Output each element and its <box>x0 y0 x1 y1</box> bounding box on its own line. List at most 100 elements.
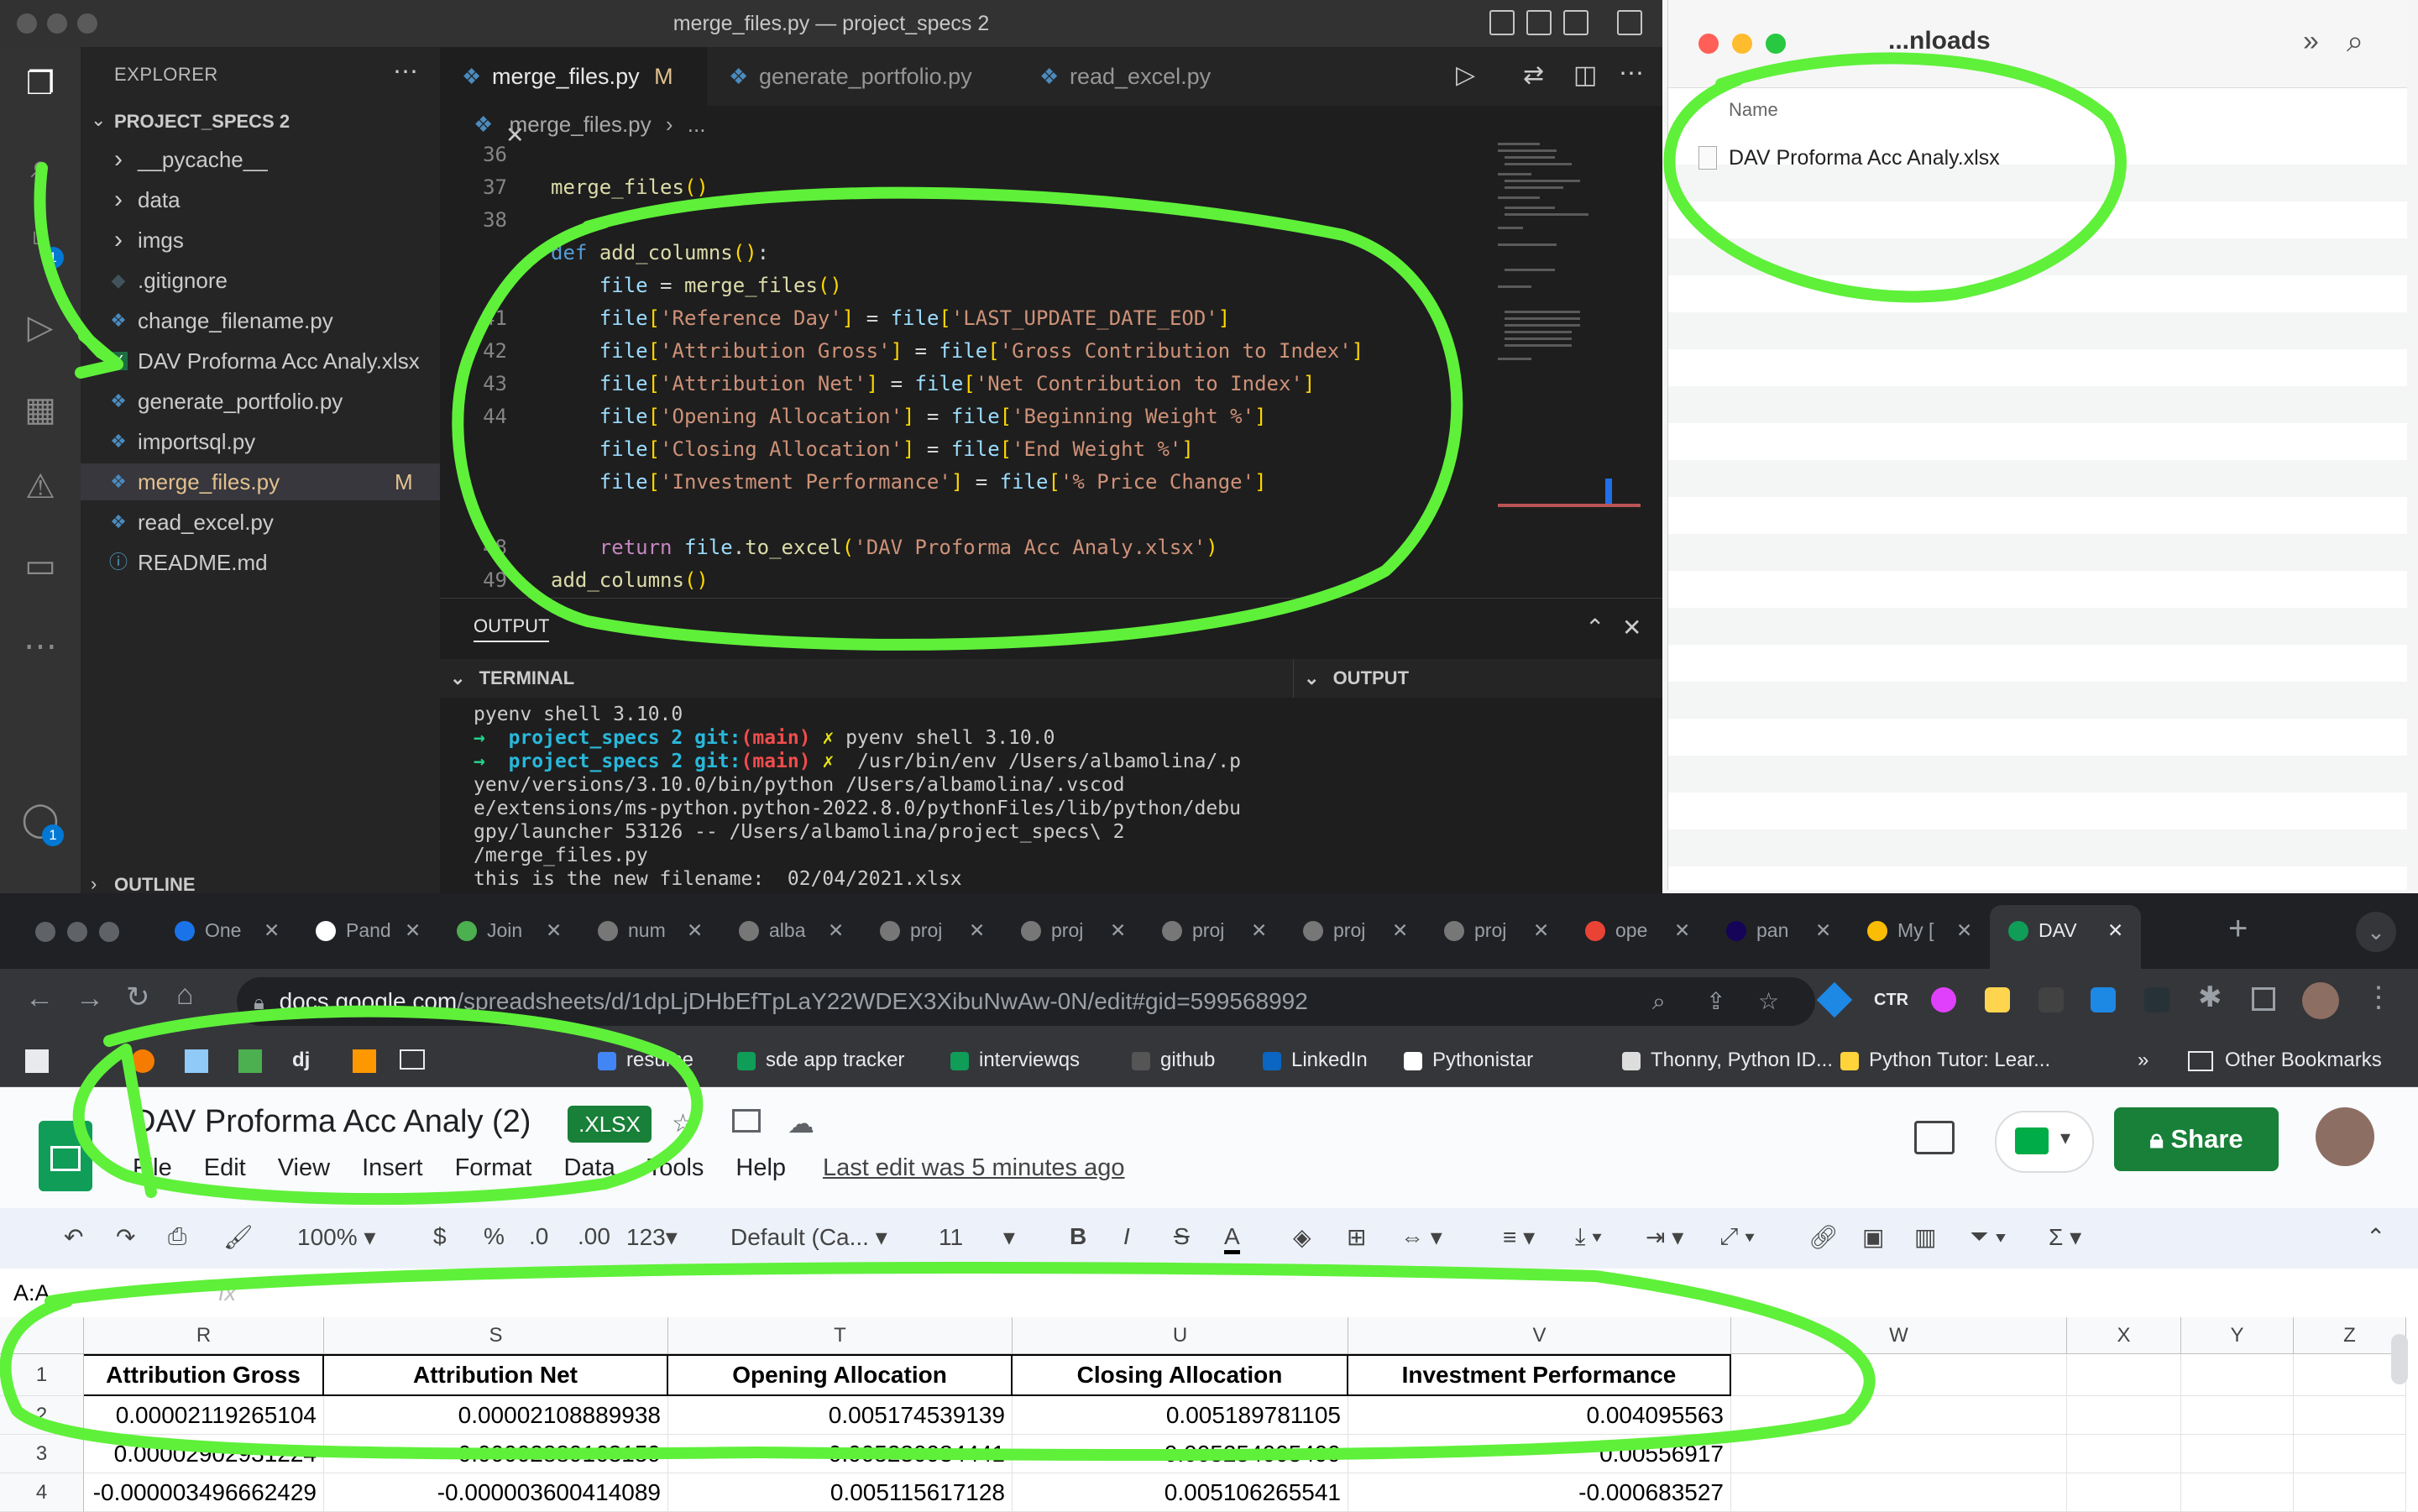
sheets-logo-icon[interactable] <box>39 1121 92 1191</box>
bookmark-item[interactable]: sde app tracker <box>737 1034 904 1086</box>
customize-layout-icon[interactable] <box>1617 10 1642 35</box>
bookmark-elephant-icon[interactable] <box>185 1049 208 1073</box>
name-column[interactable]: Name <box>1729 99 1778 121</box>
column-header[interactable]: X <box>2067 1317 2181 1354</box>
bookmark-item[interactable]: LinkedIn <box>1263 1034 1368 1086</box>
meet-button[interactable]: ▾ <box>1995 1111 2094 1173</box>
share-page-icon[interactable]: ⇪ <box>1706 977 1725 1026</box>
font-select[interactable]: Default (Ca... ▾ <box>730 1223 887 1251</box>
tree-file[interactable]: ◆ .gitignore <box>81 262 440 299</box>
insert-comment-icon[interactable]: ▣ <box>1862 1223 1884 1251</box>
bookmark-star-icon[interactable]: ☆ <box>1758 977 1779 1026</box>
column-header[interactable]: V <box>1348 1317 1731 1354</box>
horizontal-align-icon[interactable]: ≡ ▾ <box>1503 1223 1535 1251</box>
editor-more-icon[interactable]: ⋯ <box>1619 59 1644 88</box>
row-header[interactable]: 2 <box>0 1396 84 1435</box>
tab-search-icon[interactable]: ⌄ <box>2356 912 2396 952</box>
extension-code-icon[interactable] <box>2091 987 2116 1012</box>
header-cell[interactable]: Opening Allocation <box>668 1354 1013 1396</box>
close-tab-icon[interactable]: ✕ <box>1674 905 1690 955</box>
empty-cell[interactable] <box>2181 1435 2294 1473</box>
column-header[interactable]: T <box>668 1317 1013 1354</box>
document-title[interactable]: DAV Proforma Acc Analy (2) <box>133 1104 531 1140</box>
last-edit-link[interactable]: Last edit was 5 minutes ago <box>823 1154 1124 1182</box>
bookmarks-overflow[interactable]: » <box>2138 1034 2148 1086</box>
share-button[interactable]: 🔒︎ Share <box>2114 1107 2279 1171</box>
column-header[interactable]: W <box>1731 1317 2067 1354</box>
close-tab-icon[interactable]: ✕ <box>264 905 280 955</box>
close-tab-icon[interactable]: ✕ <box>405 905 421 955</box>
code-line[interactable]: def add_columns(): <box>551 241 769 264</box>
close-tab-icon[interactable]: ✕ <box>969 905 985 955</box>
extension-color-icon[interactable] <box>1931 987 1956 1012</box>
tree-folder[interactable]: › imgs <box>81 222 440 259</box>
tree-file[interactable]: ❖ read_excel.py <box>81 504 440 541</box>
empty-cell[interactable] <box>2181 1354 2294 1396</box>
data-cell[interactable]: -0.000003496662429 <box>84 1473 324 1512</box>
filter-icon[interactable]: ⏷ ▾ <box>1970 1223 2007 1251</box>
vertical-scrollbar[interactable] <box>2391 1334 2408 1384</box>
extension-bracket-icon[interactable] <box>2144 987 2169 1012</box>
zoom-icon[interactable]: ⌕ <box>1652 977 1666 1026</box>
bookmark-item[interactable]: Python Tutor: Lear... <box>1840 1034 2050 1086</box>
tab-merge-files[interactable]: ❖ merge_files.py M ✕ <box>440 47 707 148</box>
panel-tab-output[interactable]: OUTPUT <box>474 615 550 642</box>
header-cell[interactable]: Attribution Gross <box>84 1354 324 1396</box>
browser-tab[interactable]: alba ✕ <box>720 905 855 955</box>
browser-tab[interactable]: proj ✕ <box>861 905 996 955</box>
address-bar[interactable]: 🔒︎ docs.google.com/spreadsheets/d/1dpLjD… <box>237 977 1815 1026</box>
code-line[interactable]: file = merge_files() <box>551 274 842 297</box>
close-tab-icon[interactable]: ✕ <box>687 905 703 955</box>
data-cell[interactable]: 0.00002119265104 <box>84 1396 324 1435</box>
menu-file[interactable]: File <box>133 1154 172 1181</box>
browser-tab[interactable]: proj ✕ <box>1285 905 1419 955</box>
text-rotation-icon[interactable]: ⤢ ▾ <box>1719 1223 1755 1251</box>
bookmark-item[interactable]: Pythonistar <box>1404 1034 1533 1086</box>
data-cell[interactable]: 0.005174539139 <box>668 1396 1013 1435</box>
vertical-align-icon[interactable]: ⤓ ▾ <box>1575 1223 1602 1251</box>
bold-button[interactable]: B <box>1070 1223 1086 1250</box>
empty-cell[interactable] <box>2067 1473 2181 1512</box>
text-wrapping-icon[interactable]: ⇥ ▾ <box>1646 1223 1683 1251</box>
browser-tab[interactable]: Pand ✕ <box>297 905 432 955</box>
close-traffic-light[interactable] <box>1698 34 1719 54</box>
fill-color-icon[interactable]: ◈ <box>1293 1223 1311 1251</box>
empty-cell[interactable] <box>2181 1473 2294 1512</box>
undo-icon[interactable]: ↶ <box>64 1223 83 1251</box>
code-line[interactable]: file['Attribution Gross'] = file['Gross … <box>551 339 1363 363</box>
zoom-traffic-light[interactable] <box>1766 34 1786 54</box>
new-tab-icon[interactable]: + <box>2228 910 2248 948</box>
zoom-select[interactable]: 100% ▾ <box>297 1223 375 1251</box>
code-line[interactable]: file['Investment Performance'] = file['%… <box>551 470 1267 494</box>
warning-icon[interactable]: ⚠ <box>20 467 60 507</box>
insert-link-icon[interactable]: 🔗︎ <box>1808 1223 1839 1251</box>
bookmark-orange-icon[interactable] <box>131 1049 154 1073</box>
bookmark-lambda-icon[interactable] <box>353 1049 376 1073</box>
tab-read-excel[interactable]: ❖ read_excel.py <box>1018 47 1244 106</box>
zoom-traffic-light[interactable] <box>99 922 119 942</box>
browser-tab[interactable]: proj ✕ <box>1426 905 1560 955</box>
close-tab-icon[interactable]: ✕ <box>1251 905 1267 955</box>
bookmark-item[interactable]: resume <box>598 1034 693 1086</box>
code-editor[interactable]: 36 37 merge_files() 38 def add_columns(): fi… <box>440 143 1498 625</box>
terminal-content[interactable]: pyenv shell 3.10.0 → project_specs 2 git:… <box>474 703 1288 891</box>
menu-view[interactable]: View <box>278 1154 330 1181</box>
bookmark-dj-icon[interactable]: dj <box>292 1034 310 1086</box>
tree-file[interactable]: ❖ importsql.py <box>81 423 440 460</box>
data-cell[interactable]: 0.00556917 <box>1348 1435 1731 1473</box>
browser-tab[interactable]: pan ✕ <box>1708 905 1842 955</box>
data-cell[interactable]: 0.005106265541 <box>1013 1473 1348 1512</box>
home-icon[interactable]: ⌂ <box>176 979 194 1012</box>
minimap[interactable] <box>1498 143 1641 596</box>
menu-insert[interactable]: Insert <box>362 1154 423 1181</box>
run-debug-icon[interactable]: ▷ <box>20 307 60 348</box>
data-cell[interactable]: -0.000683527 <box>1348 1473 1731 1512</box>
close-tab-icon[interactable]: ✕ <box>1392 905 1408 955</box>
close-tab-icon[interactable]: ✕ <box>828 905 844 955</box>
search-icon[interactable]: ⌕ <box>20 146 60 186</box>
account-avatar[interactable] <box>2316 1107 2374 1166</box>
text-color-button[interactable]: A <box>1224 1223 1240 1254</box>
finder-file-item[interactable]: DAV Proforma Acc Analy.xlsx <box>1729 146 2000 170</box>
empty-cell[interactable] <box>1731 1354 2067 1396</box>
more-icon[interactable]: ⋯ <box>20 626 60 667</box>
